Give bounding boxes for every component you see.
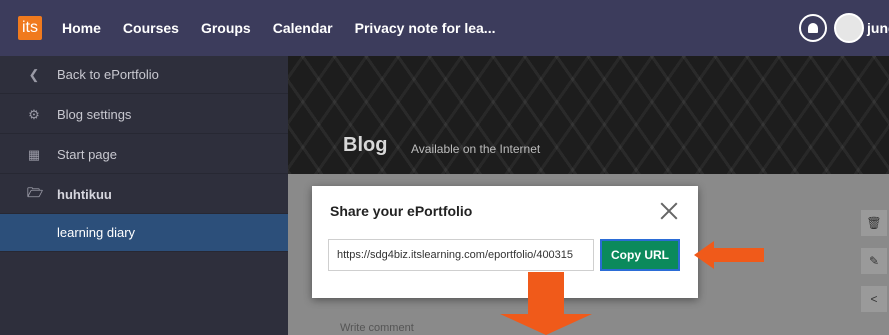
arrow-down-annotation-icon bbox=[500, 272, 592, 335]
sidebar-item-learning-diary[interactable]: learning diary bbox=[0, 214, 288, 252]
copy-url-button[interactable]: Copy URL bbox=[600, 239, 680, 271]
top-navigation-bar: its Home Courses Groups Calendar Privacy… bbox=[0, 0, 889, 56]
nav-privacy-note[interactable]: Privacy note for lea... bbox=[355, 20, 496, 36]
itslearning-logo[interactable]: its bbox=[18, 16, 42, 40]
post-actions: 🗑 ✎ < bbox=[859, 204, 889, 324]
folder-open-icon: 🗁 bbox=[27, 184, 44, 200]
share-url-field[interactable]: https://sdg4biz.itslearning.com/eportfol… bbox=[328, 239, 594, 271]
book-icon: ▦ bbox=[27, 146, 41, 162]
gear-icon: ⚙ bbox=[28, 106, 40, 122]
comment-input[interactable]: Write comment bbox=[340, 322, 414, 334]
main-nav: Home Courses Groups Calendar Privacy not… bbox=[62, 0, 517, 56]
blog-visibility-status: Available on the Internet bbox=[411, 142, 541, 156]
user-avatar[interactable] bbox=[834, 13, 864, 43]
nav-home[interactable]: Home bbox=[62, 20, 101, 36]
blog-banner: Blog Available on the Internet bbox=[288, 56, 889, 174]
notifications-bell-icon[interactable] bbox=[799, 14, 827, 42]
share-icon[interactable]: < bbox=[861, 286, 887, 312]
chevron-left-icon: ❮ bbox=[28, 66, 40, 82]
nav-groups[interactable]: Groups bbox=[201, 20, 251, 36]
delete-icon[interactable]: 🗑 bbox=[861, 210, 887, 236]
sidebar-item-start-page[interactable]: ▦ Start page bbox=[0, 136, 288, 174]
edit-icon[interactable]: ✎ bbox=[861, 248, 887, 274]
close-icon[interactable] bbox=[658, 200, 680, 222]
sidebar-item-label: huhtikuu bbox=[57, 187, 112, 202]
sidebar-item-huhtikuu[interactable]: 🗁 huhtikuu bbox=[0, 176, 288, 214]
sidebar-item-label: learning diary bbox=[57, 225, 136, 240]
sidebar-item-back[interactable]: ❮ Back to ePortfolio bbox=[0, 56, 288, 94]
sidebar-item-label: Blog settings bbox=[57, 107, 132, 122]
nav-calendar[interactable]: Calendar bbox=[273, 20, 333, 36]
sidebar: ❮ Back to ePortfolio ⚙ Blog settings ▦ S… bbox=[0, 56, 288, 335]
sidebar-item-label: Start page bbox=[57, 147, 117, 162]
nav-courses[interactable]: Courses bbox=[123, 20, 179, 36]
user-name[interactable]: jung bbox=[867, 20, 889, 36]
arrow-left-annotation-icon bbox=[694, 241, 764, 269]
page-title: Blog bbox=[343, 134, 388, 156]
sidebar-item-label: Back to ePortfolio bbox=[57, 67, 159, 82]
sidebar-item-blog-settings[interactable]: ⚙ Blog settings bbox=[0, 96, 288, 134]
dialog-title: Share your ePortfolio bbox=[330, 203, 473, 219]
